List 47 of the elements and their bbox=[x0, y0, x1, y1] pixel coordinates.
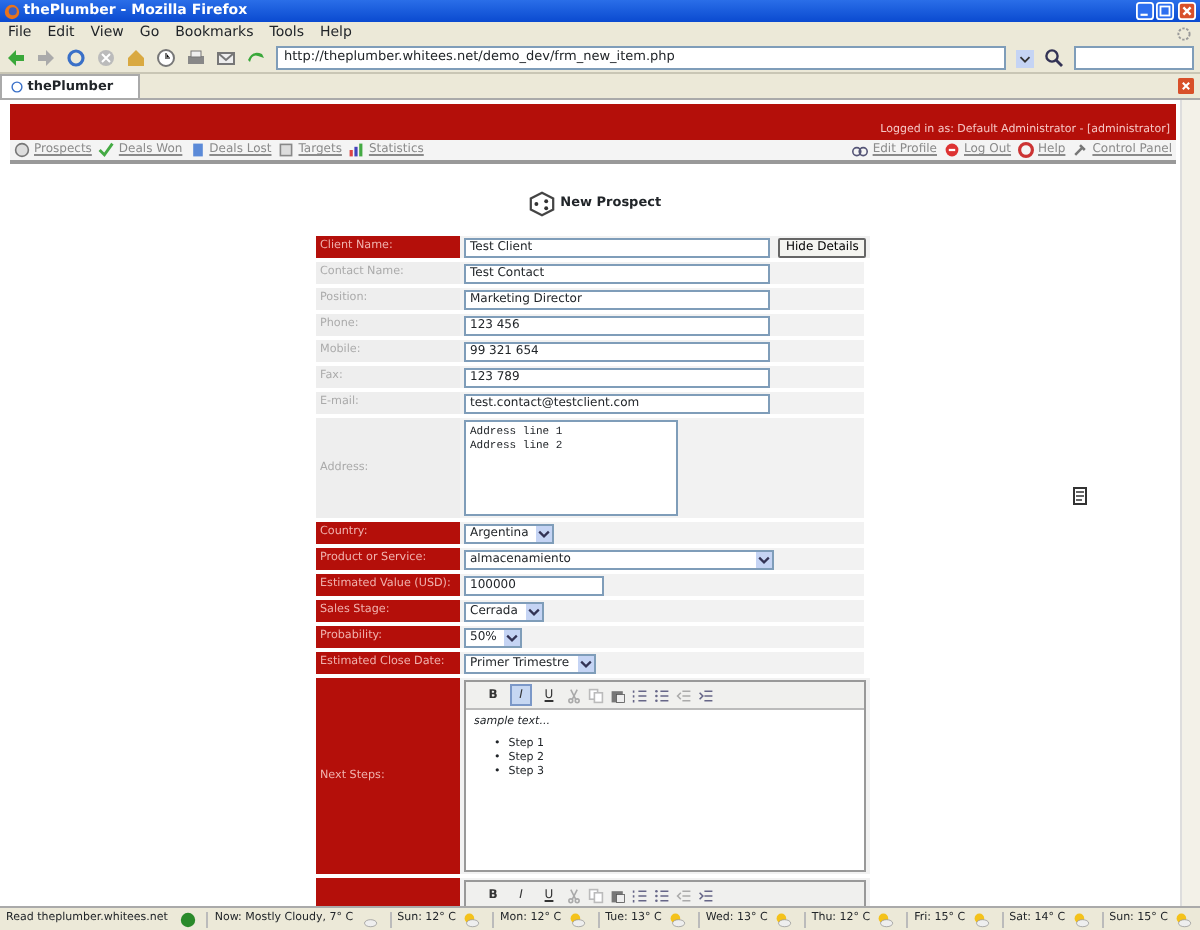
minimize-icon[interactable] bbox=[1135, 2, 1153, 20]
dropdown-icon[interactable] bbox=[504, 629, 521, 645]
reload-icon[interactable] bbox=[66, 48, 86, 68]
sun-cloud-icon bbox=[969, 911, 992, 927]
back-icon[interactable] bbox=[6, 48, 26, 68]
firefox-icon bbox=[4, 3, 20, 19]
sun-cloud-icon bbox=[460, 911, 483, 927]
document-icon bbox=[189, 142, 206, 158]
check-icon bbox=[98, 142, 115, 158]
history-icon[interactable] bbox=[156, 48, 176, 68]
sun-cloud-icon bbox=[565, 911, 588, 927]
sun-cloud-icon bbox=[771, 911, 794, 927]
bullet-list-icon[interactable] bbox=[654, 687, 670, 703]
search-icon[interactable] bbox=[1044, 48, 1064, 68]
sun-cloud-icon bbox=[1069, 911, 1092, 927]
calendar-icon bbox=[278, 142, 295, 158]
wrench-icon bbox=[1072, 142, 1089, 158]
dice-icon bbox=[528, 190, 557, 218]
close-tab-icon[interactable] bbox=[1178, 78, 1194, 94]
sun-cloud-icon bbox=[874, 911, 897, 927]
paste-icon[interactable] bbox=[610, 687, 626, 703]
dropdown-icon[interactable] bbox=[525, 603, 542, 619]
dropdown-icon[interactable] bbox=[536, 525, 553, 541]
close-icon[interactable] bbox=[1178, 2, 1196, 20]
target-icon bbox=[14, 142, 30, 158]
numbered-list-icon[interactable] bbox=[632, 887, 648, 903]
maximize-icon[interactable] bbox=[1156, 2, 1175, 20]
print-icon[interactable] bbox=[186, 48, 206, 68]
dropdown-icon[interactable] bbox=[1016, 49, 1034, 67]
throbber-icon bbox=[1176, 25, 1192, 41]
lifebuoy-icon bbox=[1018, 142, 1035, 158]
mail-icon[interactable] bbox=[216, 48, 236, 68]
scrollbar[interactable] bbox=[1180, 100, 1200, 906]
dropdown-icon[interactable] bbox=[577, 655, 594, 671]
page-icon bbox=[10, 80, 24, 94]
indent-icon[interactable] bbox=[698, 687, 714, 703]
glasses-icon bbox=[852, 142, 869, 158]
bar-chart-icon bbox=[348, 142, 365, 158]
paste-icon[interactable] bbox=[610, 887, 626, 903]
globe-icon bbox=[180, 911, 197, 927]
indent-icon[interactable] bbox=[698, 887, 714, 903]
dropdown-icon[interactable] bbox=[756, 551, 772, 567]
sun-cloud-icon bbox=[1172, 911, 1194, 927]
numbered-list-icon[interactable] bbox=[632, 687, 648, 703]
sun-cloud-icon bbox=[665, 911, 688, 927]
search-field[interactable] bbox=[1074, 46, 1194, 70]
bullet-list-icon[interactable] bbox=[654, 887, 670, 903]
